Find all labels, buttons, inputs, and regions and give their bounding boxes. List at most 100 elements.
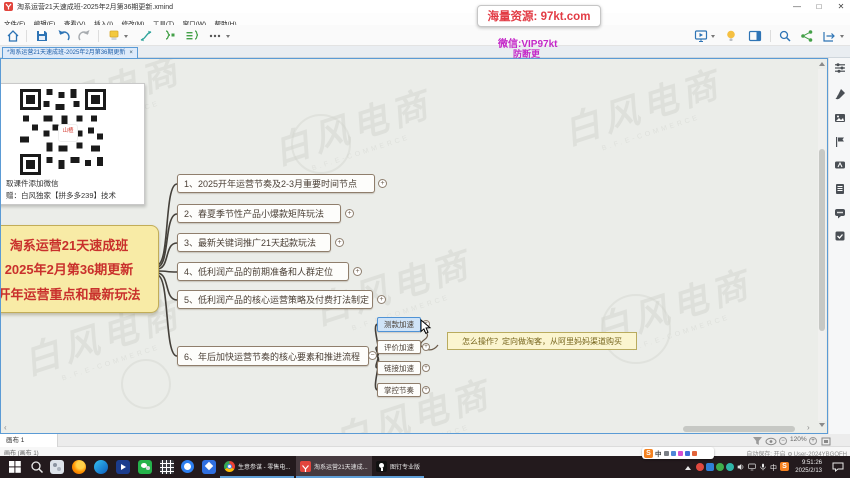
task-button-pintu[interactable]: 图钉专业版 [372, 456, 424, 478]
idea-button[interactable] [724, 29, 738, 43]
sheet-tab[interactable]: 画布 1 [0, 434, 58, 447]
topic-6-collapse-marker[interactable]: − [368, 351, 377, 360]
maximize-button[interactable]: □ [812, 0, 826, 13]
topic-3-expand-marker[interactable]: + [335, 238, 344, 247]
tray-icon-blue[interactable] [706, 463, 714, 471]
fit-window-icon[interactable] [821, 437, 831, 446]
close-button[interactable]: ✕ [834, 0, 848, 13]
ime-pen-icon[interactable] [692, 451, 697, 456]
eye-icon[interactable] [765, 437, 777, 446]
app-icon-player[interactable] [116, 460, 130, 474]
topic-1-expand-marker[interactable]: + [378, 179, 387, 188]
zoom-out-button[interactable]: − [779, 437, 787, 445]
tray-expand-icon[interactable] [685, 466, 691, 470]
tray-icon-teal[interactable] [726, 463, 734, 471]
subtopic-pace-control[interactable]: 掌控节奏 [377, 383, 421, 397]
mindmap-canvas[interactable]: 白风电商B.F.E-COMMERCE 白风电商B.F.E-COMMERCE 白风… [0, 58, 828, 434]
sticker-icon[interactable] [834, 159, 846, 171]
volume-icon[interactable] [737, 463, 745, 471]
app-icon-utility[interactable] [50, 460, 64, 474]
chinese-mode-icon[interactable]: 中 [655, 448, 662, 458]
search-button[interactable] [778, 29, 792, 43]
subtopic-2-expand-marker[interactable]: + [422, 343, 430, 351]
scroll-right-icon[interactable]: › [807, 424, 810, 432]
topic-5[interactable]: 5、低利润产品的核心运营策略及付费打法制定 [177, 290, 373, 309]
app-icon-wechat[interactable] [138, 460, 152, 474]
tray-icon-green[interactable] [716, 463, 724, 471]
marker-button[interactable] [107, 29, 121, 43]
scroll-left-icon[interactable]: ‹ [4, 424, 7, 432]
topic-2[interactable]: 2、春夏季节性产品小爆款矩阵玩法 [177, 204, 341, 223]
topic-1[interactable]: 1、2025开年运营节奏及2-3月重要时间节点 [177, 174, 375, 193]
app-icon-table[interactable] [160, 460, 174, 474]
topic-6[interactable]: 6、年后加快运营节奏的核心要素和推进流程 [177, 346, 369, 366]
tray-icon-red[interactable] [696, 463, 704, 471]
ime-clipboard-icon[interactable] [671, 451, 676, 456]
home-button[interactable] [6, 29, 20, 43]
callout-note[interactable]: 怎么操作？定向做淘客，从阿里妈妈渠道购买 [447, 332, 637, 350]
task-icon[interactable] [834, 230, 846, 242]
subtopic-4-expand-marker[interactable]: + [422, 386, 430, 394]
outline-button[interactable] [185, 29, 199, 43]
relationship-button[interactable] [139, 29, 153, 43]
comment-icon[interactable] [834, 207, 846, 219]
subtopic-test-acceleration[interactable]: 测款加速 [377, 317, 421, 332]
task-button-xmind[interactable]: 淘系运营21天速成... [296, 456, 372, 478]
summary-button[interactable] [162, 29, 176, 43]
tray-sogou-icon[interactable]: S [780, 462, 789, 471]
root-topic[interactable]: 淘系运营21天速成班 2025年2月第36期更新 开年运营重点和最新玩法 [0, 225, 159, 313]
scroll-up-icon[interactable] [819, 62, 825, 66]
marker-dropdown-caret[interactable] [124, 35, 128, 38]
subtopic-review-acceleration[interactable]: 评价加速 [377, 340, 421, 354]
topic-5-expand-marker[interactable]: + [377, 295, 386, 304]
topic-3[interactable]: 3、最新关键词推广21天起款玩法 [177, 233, 331, 252]
filter-icon[interactable] [752, 436, 763, 446]
export-button[interactable] [822, 29, 836, 43]
document-tab[interactable]: *淘系运营21天速成班-2025年2月第36期更新× [2, 47, 138, 58]
tab-close-icon[interactable]: × [129, 50, 133, 56]
app-icon-firefox[interactable] [72, 460, 86, 474]
topic-4-expand-marker[interactable]: + [353, 267, 362, 276]
export-dropdown-caret[interactable] [840, 35, 844, 38]
mic-icon[interactable] [759, 463, 767, 471]
ime-mic-icon[interactable] [664, 451, 669, 456]
task-button-sycm[interactable]: 生意参谋 - 零售电... [220, 456, 294, 478]
topic-2-expand-marker[interactable]: + [345, 209, 354, 218]
undo-button[interactable] [57, 29, 71, 43]
presentation-dropdown-caret[interactable] [711, 35, 715, 38]
notes-icon[interactable] [834, 183, 846, 195]
app-icon-edge[interactable] [94, 460, 108, 474]
app-icon-browser360[interactable] [181, 460, 194, 473]
taskbar-search-icon[interactable] [30, 460, 44, 474]
image-icon[interactable] [834, 112, 846, 124]
ime-skin-icon[interactable] [678, 451, 683, 456]
display-icon[interactable] [748, 463, 756, 471]
redo-button[interactable] [77, 29, 91, 43]
tray-lang-icon[interactable]: 中 [770, 463, 777, 473]
vertical-scrollbar-thumb[interactable] [819, 149, 825, 331]
more-icon [208, 29, 222, 43]
horizontal-scrollbar-thumb[interactable] [683, 426, 795, 432]
start-button-icon[interactable] [8, 460, 22, 474]
action-center-icon[interactable] [832, 462, 844, 472]
ime-toolbox-icon[interactable] [685, 451, 690, 456]
structure-settings-icon[interactable] [834, 62, 846, 74]
share-button[interactable] [800, 29, 814, 43]
topic-4[interactable]: 4、低利润产品的前期准备和人群定位 [177, 262, 349, 281]
taskbar-clock[interactable]: 9:51:26 2025/2/13 [795, 459, 822, 475]
zoom-in-button[interactable]: + [809, 437, 817, 445]
app-icon-pen[interactable] [202, 460, 216, 474]
panel-toggle-button[interactable] [748, 29, 762, 43]
minimize-button[interactable]: — [790, 0, 804, 13]
scroll-down-icon[interactable] [819, 423, 825, 427]
marker-flag-icon[interactable] [834, 136, 846, 148]
subtopic-link-acceleration[interactable]: 链接加速 [377, 361, 421, 375]
save-button[interactable] [35, 29, 49, 43]
format-brush-icon[interactable] [834, 88, 846, 100]
subtopic-3-expand-marker[interactable]: + [422, 364, 430, 372]
presentation-button[interactable] [694, 29, 708, 43]
sogou-logo-icon[interactable]: S [644, 449, 653, 458]
more-button[interactable] [208, 29, 222, 43]
more-dropdown-caret[interactable] [226, 35, 230, 38]
ime-toolbar[interactable]: S 中 [642, 447, 714, 459]
